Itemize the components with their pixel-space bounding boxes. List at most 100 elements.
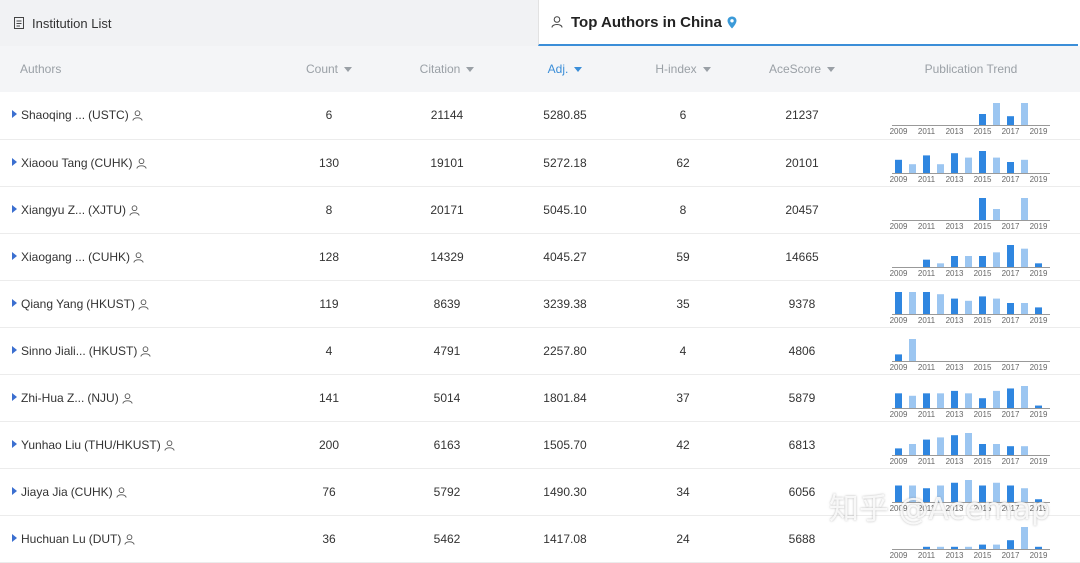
author-name[interactable]: Xiangyu Z... — [21, 203, 85, 217]
expand-icon[interactable] — [12, 487, 17, 495]
person-icon[interactable] — [116, 487, 127, 498]
trend-bar — [965, 480, 972, 502]
person-icon[interactable] — [164, 440, 175, 451]
author-name[interactable]: Qiang Yang — [21, 297, 83, 311]
author-name[interactable]: Huchuan Lu — [21, 532, 86, 546]
table-row[interactable]: Zhi-Hua Z...(NJU)14150141801.84375879200… — [0, 374, 1080, 421]
author-name[interactable]: Shaoqing ... — [21, 108, 85, 122]
person-icon[interactable] — [140, 346, 151, 357]
author-name[interactable]: Jiaya Jia — [21, 485, 68, 499]
author-cell: Xiangyu Z...(XJTU) — [0, 186, 270, 233]
column-header-acescore[interactable]: AceScore — [742, 46, 862, 92]
person-icon[interactable] — [133, 252, 144, 263]
adj-cell: 1490.30 — [506, 468, 624, 515]
acescore-cell: 20101 — [742, 139, 862, 186]
publication-trend-sparkline: 200920112013201520172019 — [890, 237, 1052, 277]
trend-year-label: 2009 — [890, 410, 908, 418]
expand-icon[interactable] — [12, 534, 17, 542]
author-affiliation: (THU/HKUST) — [84, 438, 161, 452]
person-icon[interactable] — [138, 299, 149, 310]
trend-bar — [1007, 162, 1014, 173]
author-name[interactable]: Xiaoou Tang — [21, 156, 88, 170]
author-name[interactable]: Sinno Jiali... — [21, 344, 86, 358]
tab-top-authors-label: Top Authors in China — [571, 14, 722, 31]
person-icon[interactable] — [132, 110, 143, 121]
adj-cell: 1505.70 — [506, 421, 624, 468]
count-cell: 141 — [270, 374, 388, 421]
trend-bar — [895, 485, 902, 502]
table-row[interactable]: Yunhao Liu(THU/HKUST)20061631505.7042681… — [0, 421, 1080, 468]
author-affiliation: (XJTU) — [88, 203, 126, 217]
trend-bar — [965, 300, 972, 313]
author-affiliation: (CUHK) — [71, 485, 113, 499]
trend-bar — [909, 339, 916, 361]
trend-year-label: 2013 — [946, 222, 964, 230]
tab-top-authors[interactable]: Top Authors in China — [538, 0, 1078, 46]
acescore-cell: 14665 — [742, 233, 862, 280]
person-icon[interactable] — [124, 534, 135, 545]
table-row[interactable]: Xiaogang ...(CUHK)128143294045.275914665… — [0, 233, 1080, 280]
expand-icon[interactable] — [12, 440, 17, 448]
author-cell: Qiang Yang(HKUST) — [0, 280, 270, 327]
table-row[interactable]: Jiaya Jia(CUHK)7657921490.30346056200920… — [0, 468, 1080, 515]
trend-bar — [923, 155, 930, 173]
count-cell: 200 — [270, 421, 388, 468]
trend-bar — [1021, 159, 1028, 172]
tab-institution-list[interactable]: Institution List — [0, 0, 538, 46]
expand-icon[interactable] — [12, 252, 17, 260]
trend-bar — [1035, 499, 1042, 502]
expand-icon[interactable] — [12, 299, 17, 307]
table-row[interactable]: Shaoqing ...(USTC)6211445280.85621237200… — [0, 92, 1080, 139]
author-name[interactable]: Zhi-Hua Z... — [21, 391, 84, 405]
trend-bar — [951, 153, 958, 173]
hindex-cell: 37 — [624, 374, 742, 421]
author-affiliation: (CUHK) — [91, 156, 133, 170]
acescore-cell: 9378 — [742, 280, 862, 327]
publication-trend-sparkline: 200920112013201520172019 — [890, 143, 1052, 183]
column-header-hindex[interactable]: H-index — [624, 46, 742, 92]
trend-bar — [937, 393, 944, 408]
trend-cell: 200920112013201520172019 — [862, 139, 1080, 186]
trend-bar — [965, 433, 972, 455]
sort-down-icon — [344, 67, 352, 72]
trend-year-label: 2013 — [946, 551, 964, 559]
person-icon[interactable] — [136, 158, 147, 169]
table-row[interactable]: Qiang Yang(HKUST)11986393239.38359378200… — [0, 280, 1080, 327]
citation-cell: 20171 — [388, 186, 506, 233]
table-row[interactable]: Sinno Jiali...(HKUST)447912257.804480620… — [0, 327, 1080, 374]
trend-year-label: 2013 — [946, 316, 964, 324]
expand-icon[interactable] — [12, 346, 17, 354]
author-cell: Shaoqing ...(USTC) — [0, 92, 270, 139]
trend-bar — [923, 546, 930, 548]
person-icon[interactable] — [122, 393, 133, 404]
trend-bar — [979, 398, 986, 408]
trend-year-label: 2013 — [946, 127, 964, 135]
trend-bar — [1021, 303, 1028, 314]
trend-year-label: 2009 — [890, 222, 908, 230]
author-cell: Jiaya Jia(CUHK) — [0, 468, 270, 515]
expand-icon[interactable] — [12, 393, 17, 401]
table-row[interactable]: Xiaoou Tang(CUHK)130191015272.1862201012… — [0, 139, 1080, 186]
trend-year-label: 2011 — [918, 363, 936, 371]
trend-bar — [979, 198, 986, 220]
person-icon[interactable] — [129, 205, 140, 216]
author-name[interactable]: Xiaogang ... — [21, 250, 85, 264]
column-header-adj[interactable]: Adj. — [506, 46, 624, 92]
author-name[interactable]: Yunhao Liu — [21, 438, 81, 452]
trend-year-label: 2009 — [890, 551, 908, 559]
expand-icon[interactable] — [12, 205, 17, 213]
trend-year-label: 2019 — [1030, 457, 1048, 465]
column-header-citation[interactable]: Citation — [388, 46, 506, 92]
trend-bar — [1007, 446, 1014, 455]
table-row[interactable]: Huchuan Lu(DUT)3654621417.08245688200920… — [0, 515, 1080, 562]
trend-year-label: 2017 — [1002, 269, 1020, 277]
document-icon — [14, 17, 24, 29]
trend-year-label: 2017 — [1002, 551, 1020, 559]
trend-year-label: 2017 — [1002, 175, 1020, 183]
expand-icon[interactable] — [12, 110, 17, 118]
expand-icon[interactable] — [12, 158, 17, 166]
trend-bar — [993, 482, 1000, 501]
table-row[interactable]: Xiangyu Z...(XJTU)8201715045.10820457200… — [0, 186, 1080, 233]
tab-institution-list-label: Institution List — [32, 16, 112, 31]
column-header-count[interactable]: Count — [270, 46, 388, 92]
